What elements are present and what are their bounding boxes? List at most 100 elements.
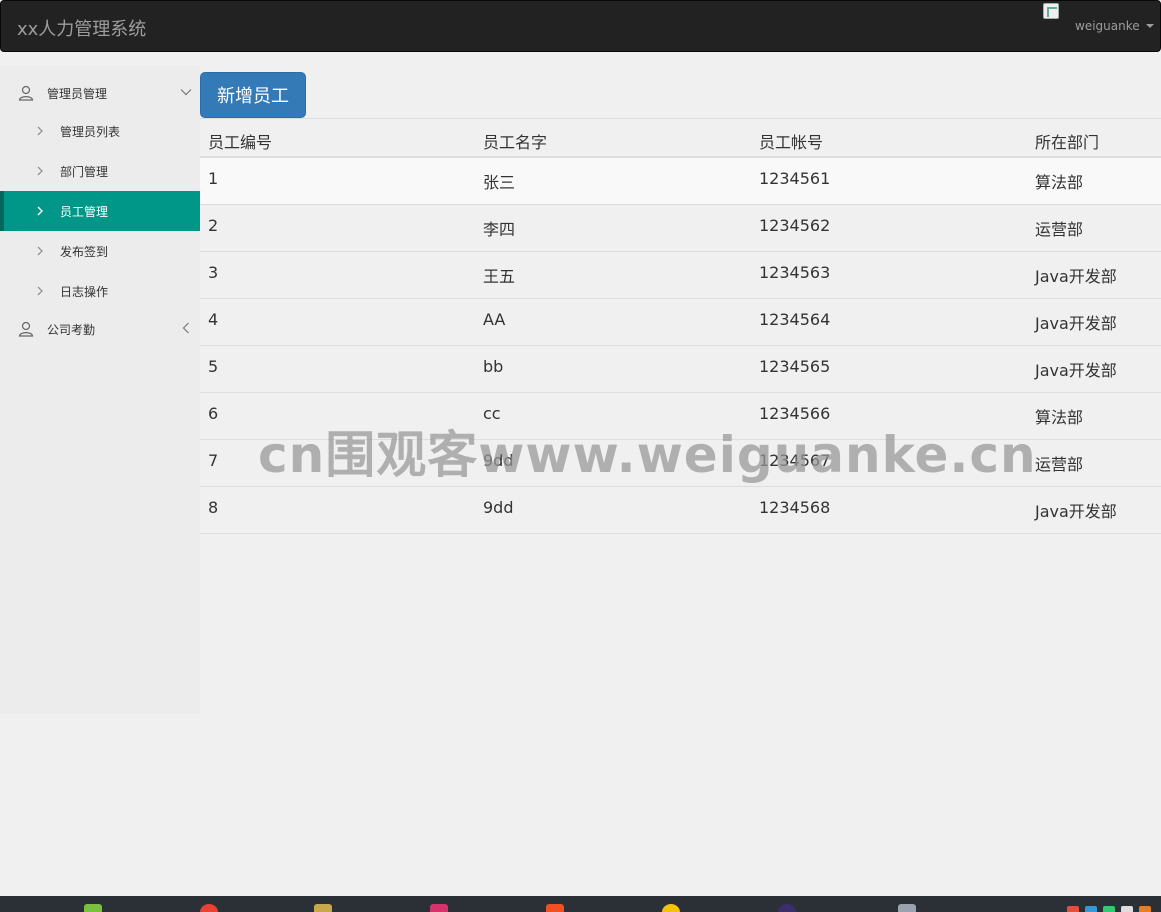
- app-icon: [84, 904, 102, 912]
- user-icon: [18, 85, 34, 101]
- cell-employee-name: AA: [483, 310, 506, 329]
- user-avatar-broken-image: [1043, 3, 1059, 19]
- cell-department: Java开发部: [1035, 314, 1117, 333]
- app-icon: [778, 904, 796, 912]
- cell-employee-account: 1234563: [759, 263, 831, 282]
- cell-employee-id: 3: [208, 263, 219, 282]
- table-row[interactable]: 6 cc 1234566 算法部: [200, 393, 1161, 440]
- chevron-right-icon: [37, 286, 43, 296]
- taskbar-app[interactable]: [430, 904, 448, 912]
- sidebar: 管理员管理 管理员列表 部门管理 员工管理 发布签到 日志操作 公司考勤: [0, 66, 200, 714]
- sidebar-group-label: 管理员管理: [47, 86, 108, 101]
- cell-employee-id: 2: [208, 216, 219, 235]
- column-header-department: 所在部门: [1035, 133, 1100, 152]
- chevron-right-icon: [37, 246, 43, 256]
- table-row[interactable]: 3 王五 1234563 Java开发部: [200, 252, 1161, 299]
- table-row[interactable]: 5 bb 1234565 Java开发部: [200, 346, 1161, 393]
- cell-employee-name: cc: [483, 404, 501, 423]
- app-icon: [314, 904, 332, 912]
- cell-employee-name: 张三: [483, 173, 516, 192]
- sidebar-group-admin-management[interactable]: 管理员管理: [0, 73, 200, 113]
- chevron-down-icon: [180, 89, 192, 96]
- sidebar-item-log-operations[interactable]: 日志操作: [0, 271, 200, 311]
- brand-title[interactable]: xx人力管理系统: [17, 15, 146, 41]
- column-header-employee-id: 员工编号: [208, 133, 273, 152]
- cell-employee-account: 1234564: [759, 310, 831, 329]
- table-row[interactable]: 4 AA 1234564 Java开发部: [200, 299, 1161, 346]
- taskbar-app[interactable]: [662, 904, 680, 912]
- cell-department: 算法部: [1035, 408, 1084, 427]
- sidebar-item-publish-checkin[interactable]: 发布签到: [0, 231, 200, 271]
- employee-table: 员工编号 员工名字 员工帐号 所在部门 1 张三 1234561 算法部 2 李…: [200, 118, 1161, 534]
- sidebar-item-label: 日志操作: [60, 284, 109, 299]
- app-icon: [200, 904, 218, 912]
- tray-icon[interactable]: [1121, 906, 1133, 912]
- user-name: weiguanke: [1075, 19, 1140, 33]
- table-row[interactable]: 7 9dd 1234567 运营部: [200, 440, 1161, 487]
- cell-department: 运营部: [1035, 455, 1084, 474]
- cell-employee-id: 1: [208, 169, 219, 188]
- sidebar-item-label: 发布签到: [60, 244, 109, 259]
- top-navbar: xx人力管理系统 weiguanke: [0, 0, 1161, 52]
- cell-department: 算法部: [1035, 173, 1084, 192]
- column-header-employee-account: 员工帐号: [759, 133, 824, 152]
- table-row[interactable]: 2 李四 1234562 运营部: [200, 205, 1161, 252]
- table-row[interactable]: 8 9dd 1234568 Java开发部: [200, 487, 1161, 534]
- chevron-right-icon: [37, 206, 43, 216]
- cell-department: 运营部: [1035, 220, 1084, 239]
- cell-employee-account: 1234565: [759, 357, 831, 376]
- cell-department: Java开发部: [1035, 361, 1117, 380]
- cell-employee-account: 1234568: [759, 498, 831, 517]
- cell-employee-id: 7: [208, 451, 219, 470]
- table-header-row: 员工编号 员工名字 员工帐号 所在部门: [200, 118, 1161, 158]
- taskbar-app[interactable]: [84, 904, 102, 912]
- app-icon: [898, 904, 916, 912]
- chevron-right-icon: [37, 166, 43, 176]
- taskbar-app[interactable]: [546, 904, 564, 912]
- os-taskbar: [0, 896, 1161, 912]
- cell-employee-name: bb: [483, 357, 504, 376]
- app-icon: [546, 904, 564, 912]
- sidebar-item-label: 部门管理: [60, 164, 109, 179]
- taskbar-app[interactable]: [314, 904, 332, 912]
- taskbar-app[interactable]: [898, 904, 916, 912]
- taskbar-app[interactable]: [778, 904, 796, 912]
- sidebar-item-admin-list[interactable]: 管理员列表: [0, 111, 200, 151]
- chevron-right-icon: [37, 126, 43, 136]
- cell-employee-id: 4: [208, 310, 219, 329]
- sidebar-item-employee-management[interactable]: 员工管理: [0, 191, 200, 231]
- sidebar-group-company-attendance[interactable]: 公司考勤: [0, 309, 200, 349]
- column-header-employee-name: 员工名字: [483, 133, 548, 152]
- cell-department: Java开发部: [1035, 267, 1117, 286]
- tray-icon[interactable]: [1139, 906, 1151, 912]
- app-icon: [662, 904, 680, 912]
- caret-down-icon: [1145, 24, 1154, 28]
- system-tray: [1067, 906, 1151, 912]
- cell-employee-name: 李四: [483, 220, 516, 239]
- cell-employee-account: 1234562: [759, 216, 831, 235]
- user-icon: [18, 321, 34, 337]
- sidebar-item-department-management[interactable]: 部门管理: [0, 151, 200, 191]
- cell-employee-id: 8: [208, 498, 219, 517]
- sidebar-item-label: 员工管理: [60, 204, 109, 219]
- cell-employee-account: 1234566: [759, 404, 831, 423]
- user-menu-dropdown[interactable]: weiguanke: [1075, 19, 1154, 33]
- cell-employee-account: 1234561: [759, 169, 831, 188]
- sidebar-group-label: 公司考勤: [47, 322, 96, 337]
- table-row[interactable]: 1 张三 1234561 算法部: [200, 158, 1161, 205]
- cell-employee-account: 1234567: [759, 451, 831, 470]
- cell-employee-name: 王五: [483, 267, 516, 286]
- chevron-left-icon: [182, 322, 189, 334]
- cell-employee-id: 5: [208, 357, 219, 376]
- tray-icon[interactable]: [1103, 906, 1115, 912]
- cell-employee-id: 6: [208, 404, 219, 423]
- tray-icon[interactable]: [1085, 906, 1097, 912]
- sidebar-item-label: 管理员列表: [60, 124, 121, 139]
- add-employee-button[interactable]: 新增员工: [200, 72, 306, 118]
- cell-employee-name: 9dd: [483, 451, 514, 470]
- cell-department: Java开发部: [1035, 502, 1117, 521]
- tray-icon[interactable]: [1067, 906, 1079, 912]
- cell-employee-name: 9dd: [483, 498, 514, 517]
- taskbar-app[interactable]: [200, 904, 218, 912]
- app-icon: [430, 904, 448, 912]
